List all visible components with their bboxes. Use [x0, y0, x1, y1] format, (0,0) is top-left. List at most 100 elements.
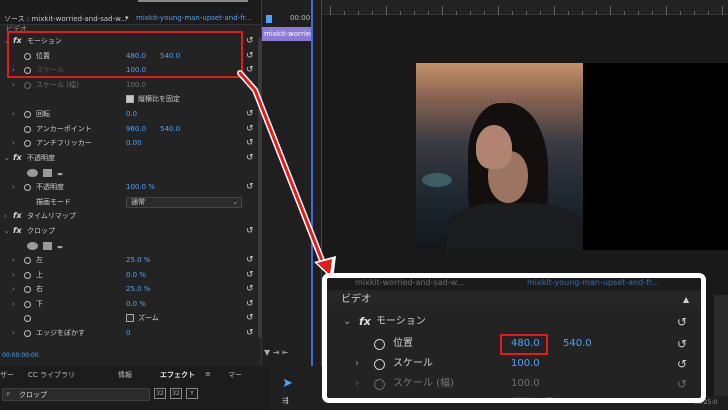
- panel-menu-icon[interactable]: ≡: [205, 370, 211, 378]
- effects-search[interactable]: ⌕: [2, 388, 150, 401]
- stopwatch-icon[interactable]: [374, 359, 385, 370]
- stopwatch-icon[interactable]: [24, 81, 31, 89]
- stopwatch-icon[interactable]: [24, 286, 31, 294]
- clip-name-link[interactable]: mixkit-young-man-upset-and-fr...: [136, 14, 252, 22]
- ellipse-mask-icon[interactable]: [27, 169, 38, 178]
- stopwatch-icon[interactable]: [24, 110, 31, 118]
- timeline-clip[interactable]: mixkit-worried: [262, 27, 311, 41]
- feather-value[interactable]: 0: [126, 326, 130, 341]
- source-tab[interactable]: ソース : mixkit-worried-and-sad-w...: [4, 14, 127, 24]
- tab-browser[interactable]: ザー: [0, 370, 14, 380]
- stopwatch-icon[interactable]: [24, 315, 31, 323]
- expand-chevron-icon[interactable]: ›: [12, 180, 15, 195]
- fx-icon[interactable]: fx: [13, 224, 22, 239]
- opacity-effect-row[interactable]: ⌄ fx 不透明度 ↺: [0, 151, 261, 166]
- uniform-scale-checkbox[interactable]: [126, 95, 134, 104]
- tab-markers[interactable]: マー: [228, 370, 242, 380]
- stopwatch-icon[interactable]: [24, 271, 31, 279]
- scrollbar[interactable]: [258, 38, 261, 338]
- expand-chevron-icon[interactable]: ›: [355, 354, 359, 374]
- program-side-controls[interactable]: [714, 295, 728, 410]
- reset-icon[interactable]: ↺: [246, 297, 254, 312]
- reset-icon[interactable]: ↺: [677, 354, 687, 374]
- opacity-value[interactable]: 100.0 %: [126, 180, 155, 195]
- crop-zoom-checkbox[interactable]: [126, 314, 134, 323]
- collapse-up-icon[interactable]: ▲: [683, 290, 689, 310]
- reset-icon[interactable]: ↺: [246, 253, 254, 268]
- crop-right-value[interactable]: 25.0 %: [126, 282, 150, 297]
- stopwatch-icon[interactable]: [24, 300, 31, 308]
- reset-icon[interactable]: ↺: [246, 282, 254, 297]
- track-select-tool-icon[interactable]: ⇶: [282, 396, 289, 405]
- stopwatch-icon[interactable]: [374, 379, 385, 390]
- tab-cc-libraries[interactable]: CC ライブラリ: [28, 370, 75, 380]
- callout-position-y[interactable]: 540.0: [563, 334, 592, 354]
- selection-tool-icon[interactable]: ➤: [282, 376, 293, 391]
- expand-chevron-icon[interactable]: ›: [12, 107, 15, 122]
- fx-icon[interactable]: fx: [13, 209, 22, 224]
- time-remap-row[interactable]: › fx タイムリマップ: [0, 209, 261, 224]
- collapse-chevron-icon[interactable]: ⌄: [4, 151, 10, 166]
- rectangle-mask-icon[interactable]: [43, 169, 52, 178]
- expand-chevron-icon[interactable]: ›: [12, 326, 15, 341]
- reset-icon[interactable]: ↺: [246, 268, 254, 283]
- expand-chevron-icon[interactable]: ›: [12, 253, 15, 268]
- timecode[interactable]: 00:00:00:00: [2, 352, 39, 359]
- blend-mode-select[interactable]: 通常 ⌄: [126, 196, 242, 208]
- expand-chevron-icon[interactable]: ›: [4, 209, 7, 224]
- reset-icon[interactable]: ↺: [246, 180, 254, 195]
- rotation-value[interactable]: 0.0: [126, 107, 137, 122]
- accelerated-effects-icon[interactable]: 32: [154, 388, 166, 399]
- reset-icon[interactable]: ↺: [677, 334, 687, 354]
- crop-left-value[interactable]: 25.0 %: [126, 253, 150, 268]
- antiflicker-value[interactable]: 0.00: [126, 136, 142, 151]
- stopwatch-icon[interactable]: [24, 329, 31, 337]
- ellipse-mask-icon[interactable]: [27, 242, 38, 251]
- stopwatch-icon[interactable]: [24, 183, 31, 191]
- rectangle-mask-icon[interactable]: [43, 242, 52, 251]
- expand-chevron-icon[interactable]: ›: [12, 297, 15, 312]
- callout-scale-value[interactable]: 100.0: [511, 354, 540, 374]
- fx-icon[interactable]: fx: [359, 312, 371, 332]
- stopwatch-icon[interactable]: [24, 140, 31, 148]
- collapse-chevron-icon[interactable]: ⌄: [4, 224, 10, 239]
- expand-chevron-icon[interactable]: ›: [12, 268, 15, 283]
- stopwatch-icon[interactable]: [24, 125, 31, 133]
- anchor-y-value[interactable]: 540.0: [160, 122, 180, 137]
- playhead-icon[interactable]: [266, 15, 272, 23]
- filter-icon[interactable]: ▼ ⇥ ⇤: [264, 348, 289, 357]
- anchor-x-value[interactable]: 960.0: [126, 122, 146, 137]
- reset-icon[interactable]: ↺: [246, 107, 254, 122]
- reset-icon[interactable]: ↺: [246, 311, 254, 326]
- collapse-chevron-icon[interactable]: ⌄: [343, 312, 351, 332]
- reset-icon[interactable]: ↺: [246, 122, 254, 137]
- reset-icon[interactable]: ↺: [246, 78, 254, 93]
- yuv-effects-icon[interactable]: Y: [186, 388, 198, 399]
- expand-chevron-icon[interactable]: ›: [12, 282, 15, 297]
- reset-icon[interactable]: ↺: [246, 49, 254, 64]
- reset-icon[interactable]: ↺: [246, 224, 254, 239]
- tab-info[interactable]: 情報: [118, 370, 132, 380]
- 32bit-effects-icon[interactable]: 32: [170, 388, 182, 399]
- video-frame[interactable]: [416, 63, 728, 250]
- reset-icon[interactable]: ↺: [246, 34, 254, 49]
- timeline-ruler[interactable]: [322, 0, 728, 15]
- expand-chevron-icon[interactable]: ›: [12, 136, 15, 151]
- crop-top-value[interactable]: 0.0 %: [126, 268, 146, 283]
- effects-search-input[interactable]: [19, 389, 145, 400]
- expand-chevron-icon[interactable]: ›: [12, 78, 15, 93]
- reset-icon[interactable]: ↺: [246, 63, 254, 78]
- reset-icon[interactable]: ↺: [246, 326, 254, 341]
- stopwatch-icon[interactable]: [374, 339, 385, 350]
- callout-scale-width-value[interactable]: 100.0: [511, 374, 540, 394]
- scale-width-value[interactable]: 100.0: [126, 78, 146, 93]
- reset-icon[interactable]: ↺: [246, 151, 254, 166]
- stopwatch-icon[interactable]: [24, 256, 31, 264]
- crop-effect-row[interactable]: ⌄ fx クロップ ↺: [0, 224, 261, 239]
- reset-icon[interactable]: ↺: [246, 136, 254, 151]
- fx-icon[interactable]: fx: [13, 151, 22, 166]
- tab-effects[interactable]: エフェクト: [160, 370, 195, 380]
- expand-chevron-icon[interactable]: ›: [355, 374, 359, 394]
- source-dropdown-icon[interactable]: ▾: [125, 14, 129, 22]
- reset-icon[interactable]: ↺: [677, 374, 687, 394]
